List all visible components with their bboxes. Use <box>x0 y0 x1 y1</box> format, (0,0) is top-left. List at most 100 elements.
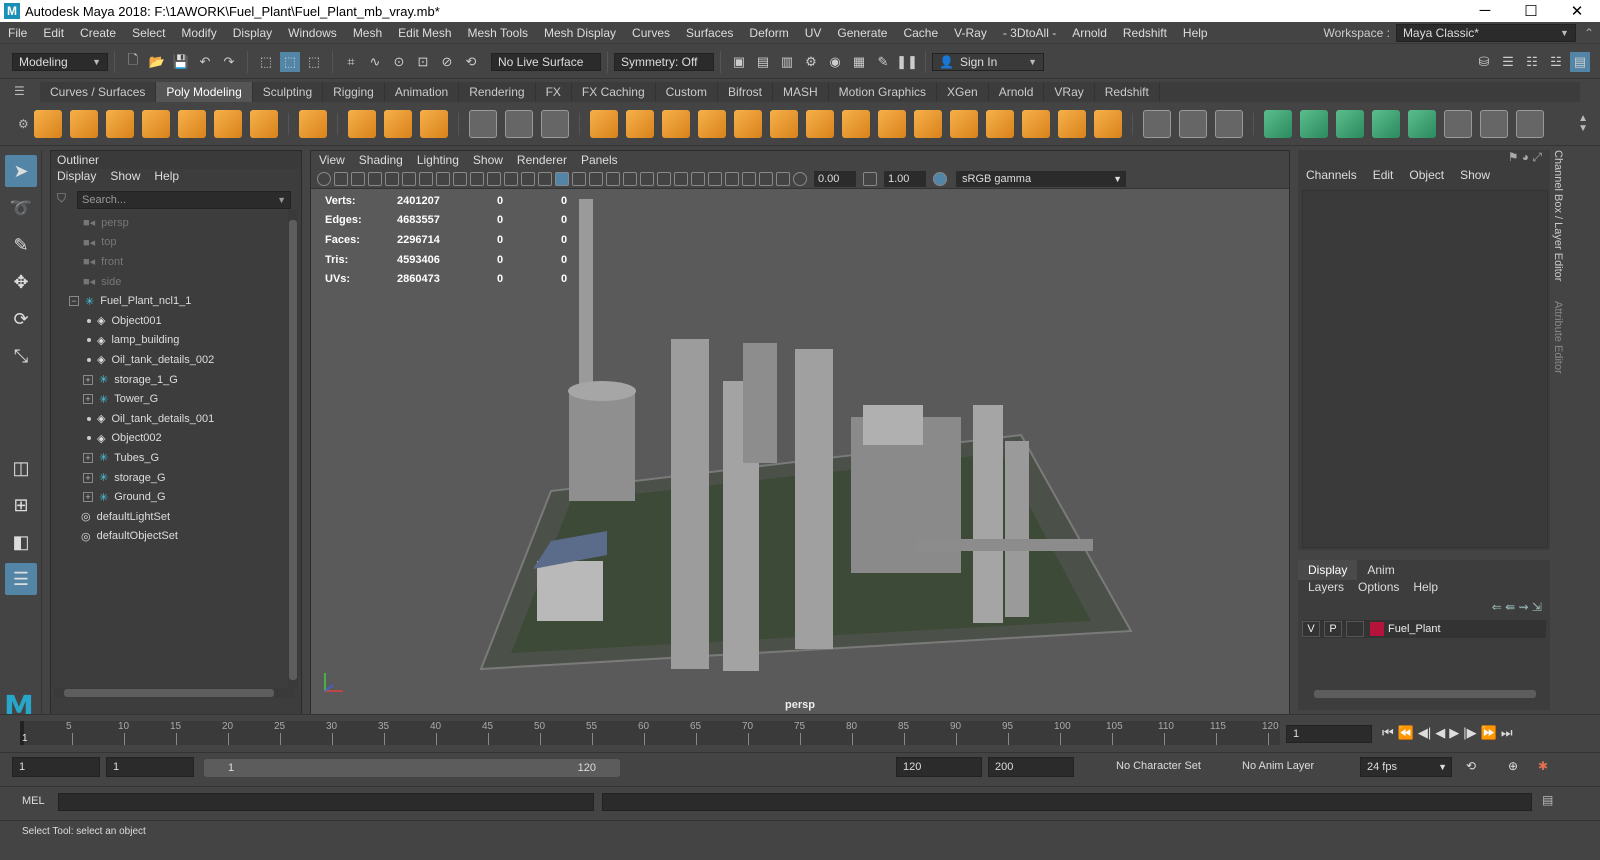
menu-arnold[interactable]: Arnold <box>1064 22 1115 44</box>
range-slider-bar[interactable]: 1 120 <box>204 759 620 777</box>
shelf-tab-rendering[interactable]: Rendering <box>459 82 536 102</box>
uv-automatic-icon[interactable] <box>1372 109 1400 138</box>
step-back-key-icon[interactable]: ⏪ <box>1398 725 1414 741</box>
poly-disc-icon[interactable] <box>250 109 278 138</box>
time-ruler[interactable]: 5 10 15 20 25 30 35 40 45 50 55 60 65 70 75 80 85 90 95 100… <box>20 721 1280 745</box>
open-scene-icon[interactable]: 📂 <box>147 52 167 72</box>
camera-select-icon[interactable] <box>317 171 331 186</box>
outliner-layout-icon[interactable]: ☰ <box>5 563 37 595</box>
isolate-select-icon[interactable] <box>725 171 739 186</box>
save-scene-icon[interactable]: 💾 <box>171 52 191 72</box>
channel-box-layer-editor-tab[interactable]: Channel Box / Layer Editor <box>1552 150 1564 281</box>
layers-options-menu[interactable]: Options <box>1358 580 1399 598</box>
uv-editor-icon[interactable] <box>1444 109 1472 138</box>
outliner-item-oil-tank-001[interactable]: ◈ Oil_tank_details_001 <box>83 409 301 429</box>
anim-layer-dropdown[interactable]: No Anim Layer <box>1236 757 1346 777</box>
bevel-icon[interactable] <box>986 109 1014 138</box>
append-icon[interactable] <box>1058 109 1086 138</box>
current-frame-field[interactable]: 1 <box>1286 725 1372 743</box>
channel-box-header-icons[interactable]: ⚑ ◕ ⤢ <box>1508 150 1542 165</box>
shelf-tab-poly-modeling[interactable]: Poly Modeling <box>156 82 253 102</box>
shelf-tab-arnold[interactable]: Arnold <box>989 82 1045 102</box>
layer-tab-anim[interactable]: Anim <box>1357 560 1404 580</box>
fill-hole-icon[interactable] <box>914 109 942 138</box>
ambient-occlusion-icon[interactable] <box>657 171 671 186</box>
menu-windows[interactable]: Windows <box>280 22 345 44</box>
resolution-gate-icon[interactable] <box>453 171 467 186</box>
channels-menu[interactable]: Channels <box>1306 168 1357 186</box>
lasso-tool-icon[interactable]: ➰ <box>5 192 37 224</box>
outliner-search-input[interactable]: Search... ▼ <box>77 191 291 209</box>
sign-in-button[interactable]: 👤 Sign In ▼ <box>932 52 1044 71</box>
viewport-menu-renderer[interactable]: Renderer <box>517 151 567 169</box>
shelf-tab-fx-caching[interactable]: FX Caching <box>572 82 656 102</box>
smooth-shade-icon[interactable] <box>555 171 569 186</box>
layer-visibility-toggle[interactable]: V <box>1302 621 1320 637</box>
paint-select-tool-icon[interactable]: ✎ <box>5 229 37 261</box>
uv-spherical-icon[interactable] <box>1336 109 1364 138</box>
shelf-scroll-icon[interactable]: ▲ ▼ <box>1578 113 1588 134</box>
menu-surfaces[interactable]: Surfaces <box>678 22 741 44</box>
grease-pencil-icon[interactable] <box>402 171 416 186</box>
symmetry-dropdown[interactable]: Symmetry: Off <box>614 52 714 71</box>
x-ray-icon[interactable] <box>742 171 756 186</box>
gamma-field[interactable]: 1.00 <box>884 170 926 187</box>
vray-ipr-icon[interactable]: ✎ <box>873 52 893 72</box>
rotate-tool-icon[interactable]: ⟳ <box>5 303 37 335</box>
render-settings-icon[interactable]: ⚙ <box>801 52 821 72</box>
anti-aliasing-icon[interactable] <box>691 171 705 186</box>
menu-mesh-display[interactable]: Mesh Display <box>536 22 624 44</box>
safe-title-icon[interactable] <box>521 171 535 186</box>
layer-playback-toggle[interactable]: P <box>1324 621 1342 637</box>
bookmarks-icon[interactable] <box>351 171 365 186</box>
smooth-icon[interactable] <box>698 109 726 138</box>
outliner-item-object001[interactable]: ◈ Object001 <box>83 311 301 331</box>
layers-menu[interactable]: Layers <box>1308 580 1344 598</box>
layer-tab-display[interactable]: Display <box>1298 560 1358 580</box>
snap-view-icon[interactable]: ⊡ <box>413 52 433 72</box>
snap-live-icon[interactable]: ⟲ <box>461 52 481 72</box>
tool-settings-toggle-icon[interactable]: ☷ <box>1522 52 1542 72</box>
redo-icon[interactable]: ↷ <box>219 52 239 72</box>
channelbox-object-menu[interactable]: Object <box>1409 168 1444 186</box>
outliner-item-object002[interactable]: ◈ Object002 <box>83 429 301 449</box>
hypershade-icon[interactable]: ◉ <box>825 52 845 72</box>
outliner-item-tubes-g[interactable]: + ✳ Tubes_G <box>83 448 301 468</box>
poly-sphere-icon[interactable] <box>34 109 62 138</box>
poly-plane-icon[interactable] <box>214 109 242 138</box>
new-scene-icon[interactable]: 🗋 <box>123 52 143 72</box>
expand-icon[interactable]: + <box>83 472 93 483</box>
pause-icon[interactable]: ❚❚ <box>896 52 918 72</box>
outliner-item-top[interactable]: ■◂ top <box>83 233 301 253</box>
multi-cut-icon[interactable] <box>1143 109 1171 138</box>
menu-edit[interactable]: Edit <box>35 22 72 44</box>
poly-cube-icon[interactable] <box>70 109 98 138</box>
super-shape-icon[interactable] <box>348 109 376 138</box>
poly-cone-icon[interactable] <box>142 109 170 138</box>
chevron-down-icon[interactable]: ▼ <box>277 192 286 208</box>
layer-display-type-toggle[interactable] <box>1346 621 1364 637</box>
uv-planar-icon[interactable] <box>1264 109 1292 138</box>
shadows-icon[interactable] <box>640 171 654 186</box>
modeling-toolkit-icon[interactable]: ⛁ <box>1474 52 1494 72</box>
fps-dropdown[interactable]: 24 fps ▼ <box>1360 757 1452 777</box>
safe-action-icon[interactable] <box>504 171 518 186</box>
maximize-button[interactable]: ☐ <box>1508 2 1554 20</box>
measure-icon[interactable] <box>505 109 533 138</box>
render-view-icon[interactable]: ▣ <box>729 52 749 72</box>
gate-mask-icon[interactable] <box>470 171 484 186</box>
scrollbar-thumb[interactable] <box>64 689 274 697</box>
viewport-menu-show[interactable]: Show <box>473 151 503 169</box>
menu-mesh[interactable]: Mesh <box>345 22 390 44</box>
four-view-layout-icon[interactable]: ⊞ <box>5 489 37 521</box>
poly-cylinder-icon[interactable] <box>106 109 134 138</box>
viewport-panel[interactable]: View Shading Lighting Show Renderer Pane… <box>310 150 1290 718</box>
animation-start-field[interactable]: 1 <box>12 757 100 777</box>
shelf-tab-curves-surfaces[interactable]: Curves / Surfaces <box>40 82 157 102</box>
insert-edge-loop-icon[interactable] <box>1179 109 1207 138</box>
scale-tool-icon[interactable]: ⤡ <box>5 340 37 372</box>
select-tool-icon[interactable]: ➤ <box>5 155 37 187</box>
layer-horizontal-scrollbar[interactable] <box>1314 690 1536 698</box>
gamma-icon[interactable] <box>863 171 877 186</box>
shelf-tab-sculpting[interactable]: Sculpting <box>253 82 324 102</box>
